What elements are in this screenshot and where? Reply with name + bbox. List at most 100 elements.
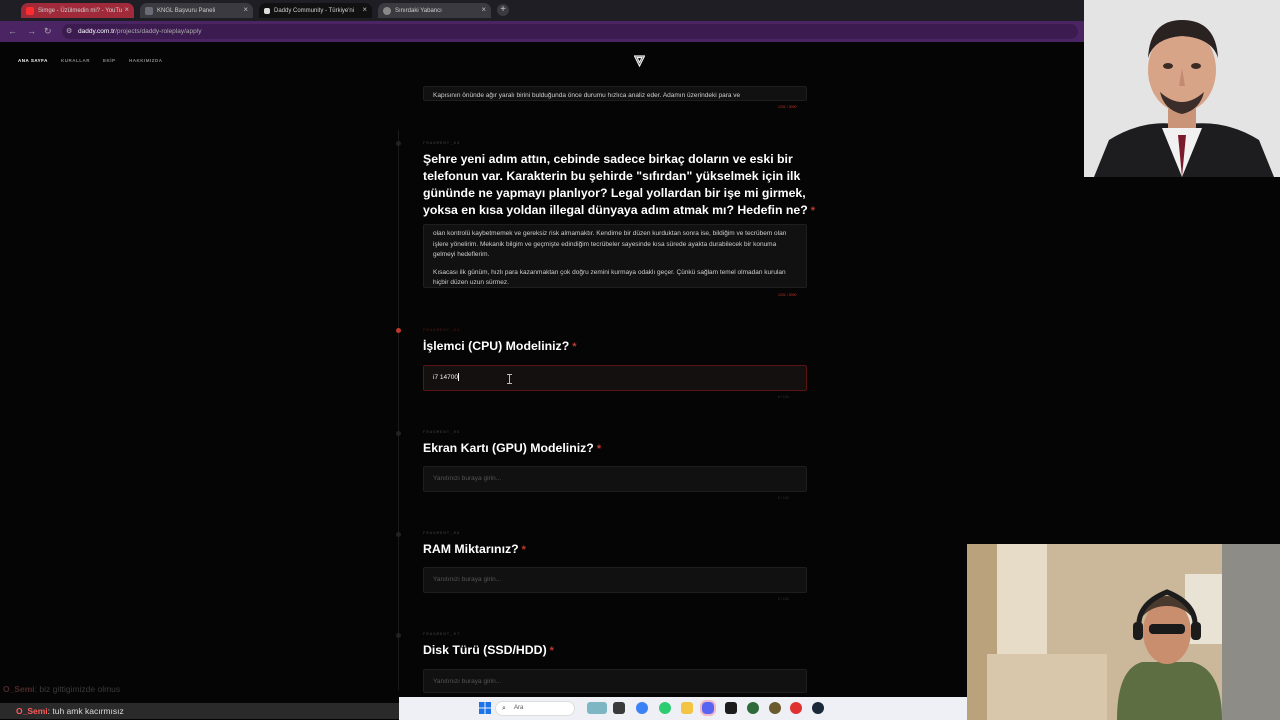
timeline-dot <box>396 633 401 638</box>
chat-username: O_Semi <box>16 706 48 716</box>
search-label: Ara <box>514 705 524 711</box>
site-header: ANA SAYFA KURALLAR EKİP HAKKIMIZDA <box>0 50 1084 74</box>
webcam-overlay-top <box>1084 0 1280 177</box>
nav-team[interactable]: EKİP <box>103 58 116 63</box>
webcam-person-image <box>1084 0 1280 177</box>
site-info-icon[interactable]: ⚙ <box>66 24 72 39</box>
timeline-line <box>398 130 399 690</box>
question-title: Disk Türü (SSD/HDD) * <box>423 642 554 660</box>
fragment-label: FRAGMENT_06 <box>423 532 461 536</box>
answer-textarea[interactable]: olan kontrolü kaybetmemek ve gereksiz ri… <box>423 224 807 288</box>
cpu-input-value: i7 14700 <box>433 374 458 381</box>
char-counter: 8 / 100 <box>778 395 789 399</box>
required-mark: * <box>521 544 526 556</box>
url-domain: daddy.com.tr <box>78 28 116 35</box>
youtube-icon <box>26 6 34 15</box>
disk-input[interactable]: Yanıtınızı buraya girin... <box>423 669 807 693</box>
page-icon <box>145 6 153 15</box>
required-mark: * <box>810 205 816 217</box>
fragment-label: FRAGMENT_05 <box>423 431 461 435</box>
new-tab-button[interactable]: + <box>497 4 509 16</box>
daddy-logo-icon <box>264 7 270 14</box>
timeline-dot <box>396 431 401 436</box>
char-counter: 0 / 100 <box>778 597 789 601</box>
tab-title: Sınırdaki Yabancı <box>395 7 442 14</box>
char-counter: 1231 / 3000 <box>778 293 797 297</box>
answer-paragraph: olan kontrolü kaybetmemek ve gereksiz ri… <box>433 230 787 258</box>
close-icon[interactable]: × <box>481 5 486 14</box>
widget-icon[interactable] <box>587 702 607 714</box>
fragment-label: FRAGMENT_04 <box>423 329 461 333</box>
terminal-icon[interactable] <box>725 702 737 714</box>
search-icon: ⌕ <box>502 705 506 712</box>
fragment-label: FRAGMENT_07 <box>423 633 461 637</box>
question-text: İşlemci (CPU) Modeliniz? <box>423 339 570 353</box>
globe-icon <box>383 6 391 15</box>
question-text: Şehre yeni adım attın, cebinde sadece bi… <box>423 152 808 217</box>
tab-youtube[interactable]: Simge - Üzülmedin mi? - YouTu × <box>21 3 134 18</box>
app-icon[interactable] <box>769 702 781 714</box>
timeline-dot <box>396 532 401 537</box>
chat-message-faded: O_Semi: biz gittigimizde olmus <box>3 684 120 694</box>
question-text: Ekran Kartı (GPU) Modeliniz? <box>423 441 594 455</box>
ram-input[interactable]: Yanıtınızı buraya girin... <box>423 567 807 593</box>
back-arrow-icon[interactable]: ← <box>8 26 17 36</box>
tab-kngl[interactable]: KNGL Başvuru Paneli × <box>140 3 253 18</box>
nav-about[interactable]: HAKKIMIZDA <box>129 58 163 63</box>
url-field[interactable]: ⚙ daddy.com.tr/projects/daddy-roleplay/a… <box>62 24 1078 39</box>
discord-icon[interactable] <box>700 700 716 716</box>
question-text: Disk Türü (SSD/HDD) <box>423 643 547 657</box>
char-counter: 1231 / 3000 <box>778 105 797 109</box>
taskbar: ⌕ Ara <box>399 697 967 720</box>
webcam-room-image <box>967 544 1280 720</box>
task-view-icon[interactable] <box>613 702 625 714</box>
question-title: RAM Miktarınız? * <box>423 541 526 559</box>
chrome-icon[interactable] <box>659 702 671 714</box>
app-icon[interactable] <box>747 702 759 714</box>
edge-icon[interactable] <box>636 702 648 714</box>
forward-arrow-icon[interactable]: → <box>27 26 36 36</box>
close-icon[interactable]: × <box>124 5 129 14</box>
timeline-dot-active <box>396 328 401 333</box>
required-mark: * <box>572 341 577 353</box>
address-bar-row: ← → ↻ ⚙ daddy.com.tr/projects/daddy-role… <box>0 21 1084 42</box>
question-title: İşlemci (CPU) Modeliniz? * <box>423 338 577 356</box>
chat-message: O_Semi: tuh amk kacırmısız <box>0 703 399 719</box>
text-cursor <box>457 373 459 382</box>
required-mark: * <box>549 645 554 657</box>
webcam-overlay-bottom <box>967 544 1280 720</box>
mouse-text-cursor-icon <box>507 374 512 384</box>
fragment-label: FRAGMENT_03 <box>423 142 461 146</box>
nav-rules[interactable]: KURALLAR <box>61 58 90 63</box>
chat-text: : tuh amk kacırmısız <box>47 706 124 716</box>
taskbar-search[interactable]: ⌕ Ara <box>495 701 575 716</box>
question-title: Şehre yeni adım attın, cebinde sadece bi… <box>423 151 843 220</box>
explorer-icon[interactable] <box>681 702 693 714</box>
reload-icon[interactable]: ↻ <box>44 26 52 37</box>
chat-text: : biz gittigimizde olmus <box>34 684 121 694</box>
close-icon[interactable]: × <box>362 5 367 14</box>
tab-title: Daddy Community - Türkiye'ni <box>274 7 355 14</box>
tab-daddy[interactable]: Daddy Community - Türkiye'ni × <box>259 3 372 18</box>
app-icon[interactable] <box>790 702 802 714</box>
question-title: Ekran Kartı (GPU) Modeliniz? * <box>423 440 601 458</box>
cpu-input[interactable]: i7 14700 <box>423 365 807 391</box>
ram-input-placeholder: Yanıtınızı buraya girin... <box>433 576 502 583</box>
site-logo-icon[interactable] <box>634 55 645 67</box>
gpu-input-placeholder: Yanıtınızı buraya girin... <box>433 475 502 482</box>
tab-title: Simge - Üzülmedin mi? - YouTu <box>38 7 123 14</box>
chat-username: O_Semi <box>3 684 35 694</box>
prev-answer-textarea[interactable]: Kapısının önünde ağır yaralı birini buld… <box>423 86 807 101</box>
close-icon[interactable]: × <box>243 5 248 14</box>
nav-home[interactable]: ANA SAYFA <box>18 58 48 63</box>
browser-tabbar: Simge - Üzülmedin mi? - YouTu × KNGL Baş… <box>0 0 1084 21</box>
steam-icon[interactable] <box>812 702 824 714</box>
windows-start-icon[interactable] <box>479 702 491 714</box>
prev-answer-text: Kapısının önünde ağır yaralı birini buld… <box>433 92 741 99</box>
timeline-dot <box>396 141 401 146</box>
char-counter: 0 / 100 <box>778 496 789 500</box>
url-path: /projects/daddy-roleplay/apply <box>115 28 202 35</box>
question-text: RAM Miktarınız? <box>423 542 519 556</box>
gpu-input[interactable]: Yanıtınızı buraya girin... <box>423 466 807 492</box>
tab-sinirdaki[interactable]: Sınırdaki Yabancı × <box>378 3 491 18</box>
